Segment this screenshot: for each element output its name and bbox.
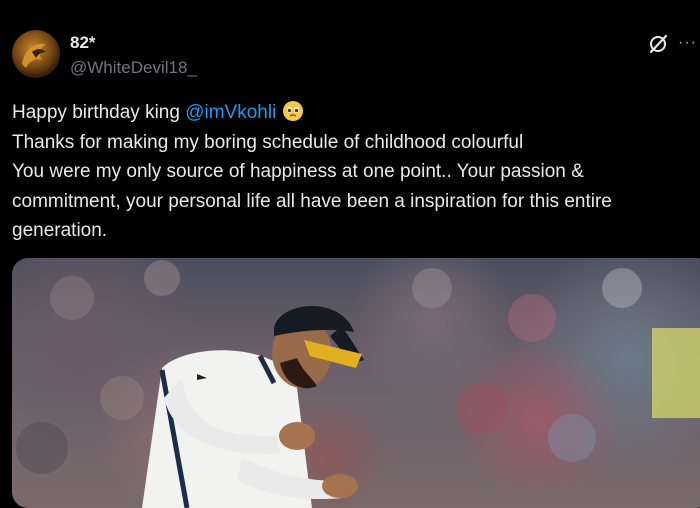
pleading-face-icon <box>282 101 303 121</box>
grok-icon[interactable] <box>647 33 669 55</box>
more-icon[interactable]: ··· <box>678 34 697 52</box>
tweet-text: Happy birthday king @imVkohli Thanks for… <box>12 98 692 246</box>
tweet-media-photo[interactable] <box>12 258 700 508</box>
tweet-body: Thanks for making my boring schedule of … <box>12 131 612 242</box>
author-display-name[interactable]: 82* <box>70 33 96 53</box>
avatar[interactable] <box>12 30 60 78</box>
author-handle[interactable]: @WhiteDevil18_ <box>70 58 197 78</box>
mention-link[interactable]: @imVkohli <box>185 102 276 123</box>
tweet-line1-prefix: Happy birthday king <box>12 102 186 123</box>
